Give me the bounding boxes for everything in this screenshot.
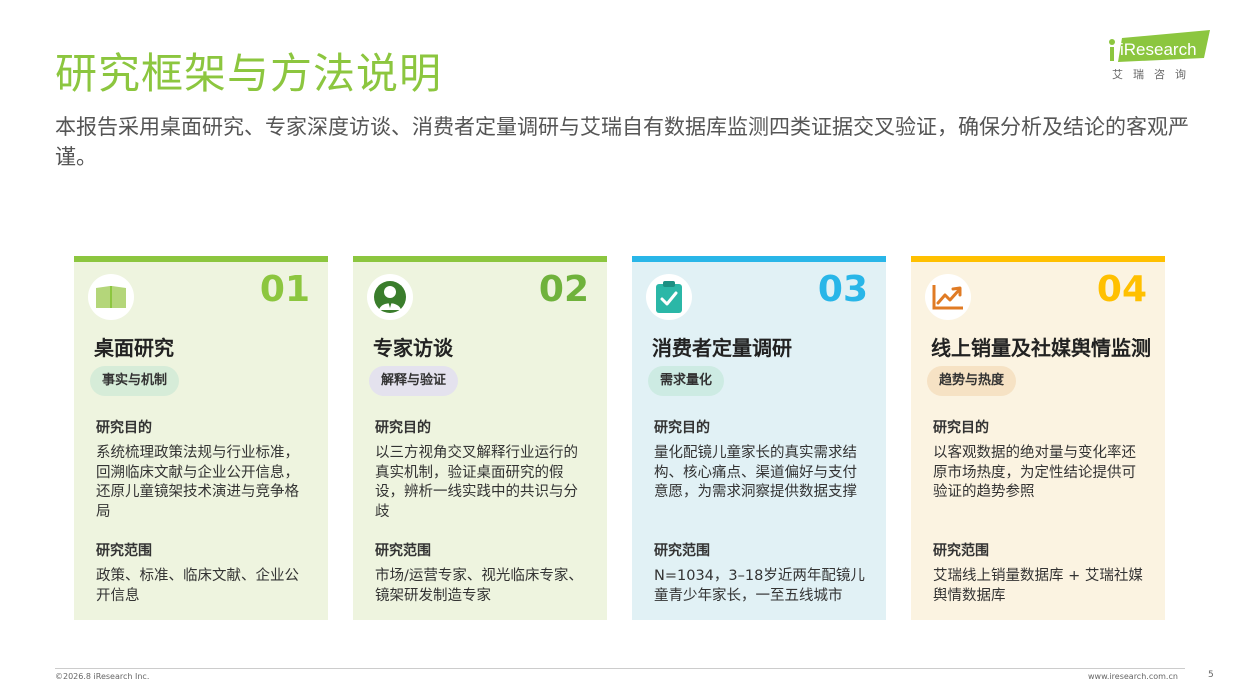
card-number: 01 [259, 269, 310, 310]
card-tag: 解释与验证 [369, 366, 459, 396]
purpose-heading: 研究目的 [375, 420, 431, 436]
page-subtitle: 本报告采用桌面研究、专家深度访谈、消费者定量调研与艾瑞自有数据库监测四类证据交叉… [55, 115, 1189, 169]
card-tag: 趋势与热度 [927, 366, 1017, 396]
scope-heading: 研究范围 [375, 543, 431, 559]
purpose-heading: 研究目的 [654, 420, 710, 436]
card-icon-circle [925, 274, 971, 320]
book-icon [96, 286, 126, 308]
card-title: 线上销量及社媒舆情监测 [931, 336, 1151, 360]
footer-website[interactable]: www.iresearch.com.cn [1088, 672, 1178, 681]
purpose-text: 以客观数据的绝对量与变化率还原市场热度，为定性结论提供可验证的趋势参照 [933, 445, 1136, 500]
card-number: 03 [817, 269, 868, 310]
trend-chart-icon [932, 285, 963, 310]
footer-divider [55, 668, 1185, 669]
logo-cn-text: 艾瑞咨询 [1112, 68, 1196, 81]
card-accent-bar [632, 256, 886, 262]
scope-heading: 研究范围 [933, 543, 989, 559]
card-expert-interview: 02 专家访谈 解释与验证 研究目的 以三方视角交叉解释行业运行的真实机制，验证… [353, 256, 607, 620]
card-icon-circle [367, 274, 413, 320]
logo-brand-text: iResearch [1120, 40, 1197, 59]
card-accent-bar [74, 256, 328, 262]
card-icon-circle [88, 274, 134, 320]
card-online-monitoring: 04 线上销量及社媒舆情监测 趋势与热度 研究目的 以客观数据的绝对量与变化率还… [911, 256, 1165, 620]
card-desk-research: 01 桌面研究 事实与机制 研究目的 系统梳理政策法规与行业标准，回溯临床文献与… [74, 256, 328, 620]
clipboard-check-icon [656, 281, 682, 313]
page-number: 5 [1208, 670, 1214, 680]
purpose-heading: 研究目的 [933, 420, 989, 436]
purpose-text: 量化配镜儿童家长的真实需求结构、核心痛点、渠道偏好与支付意愿，为需求洞察提供数据… [654, 445, 857, 500]
card-title: 消费者定量调研 [652, 336, 792, 360]
purpose-text: 以三方视角交叉解释行业运行的真实机制，验证桌面研究的假设，辨析一线实践中的共识与… [375, 445, 578, 520]
scope-text: 政策、标准、临床文献、企业公开信息 [96, 568, 299, 604]
scope-text: 艾瑞线上销量数据库 + 艾瑞社媒舆情数据库 [933, 568, 1143, 604]
card-title: 专家访谈 [373, 336, 453, 360]
card-consumer-survey: 03 消费者定量调研 需求量化 研究目的 量化配镜儿童家长的真实需求结构、核心痛… [632, 256, 886, 620]
card-number: 02 [538, 269, 589, 310]
card-tag: 事实与机制 [90, 366, 180, 396]
scope-heading: 研究范围 [654, 543, 710, 559]
card-icon-circle [646, 274, 692, 320]
purpose-heading: 研究目的 [96, 420, 152, 436]
card-tag: 需求量化 [648, 366, 725, 396]
scope-heading: 研究范围 [96, 543, 152, 559]
expert-icon [374, 281, 406, 313]
card-accent-bar [353, 256, 607, 262]
card-accent-bar [911, 256, 1165, 262]
card-title: 桌面研究 [94, 336, 174, 360]
scope-text: N=1034，3–18岁近两年配镜儿童青少年家长，一至五线城市 [654, 568, 865, 604]
footer-copyright: ©2026.8 iResearch Inc. [55, 672, 150, 681]
scope-text: 市场/运营专家、视光临床专家、镜架研发制造专家 [375, 568, 583, 604]
card-number: 04 [1096, 269, 1147, 310]
page-title: 研究框架与方法说明 [55, 49, 443, 98]
purpose-text: 系统梳理政策法规与行业标准，回溯临床文献与企业公开信息，还原儿童镜架技术演进与竞… [96, 445, 299, 520]
